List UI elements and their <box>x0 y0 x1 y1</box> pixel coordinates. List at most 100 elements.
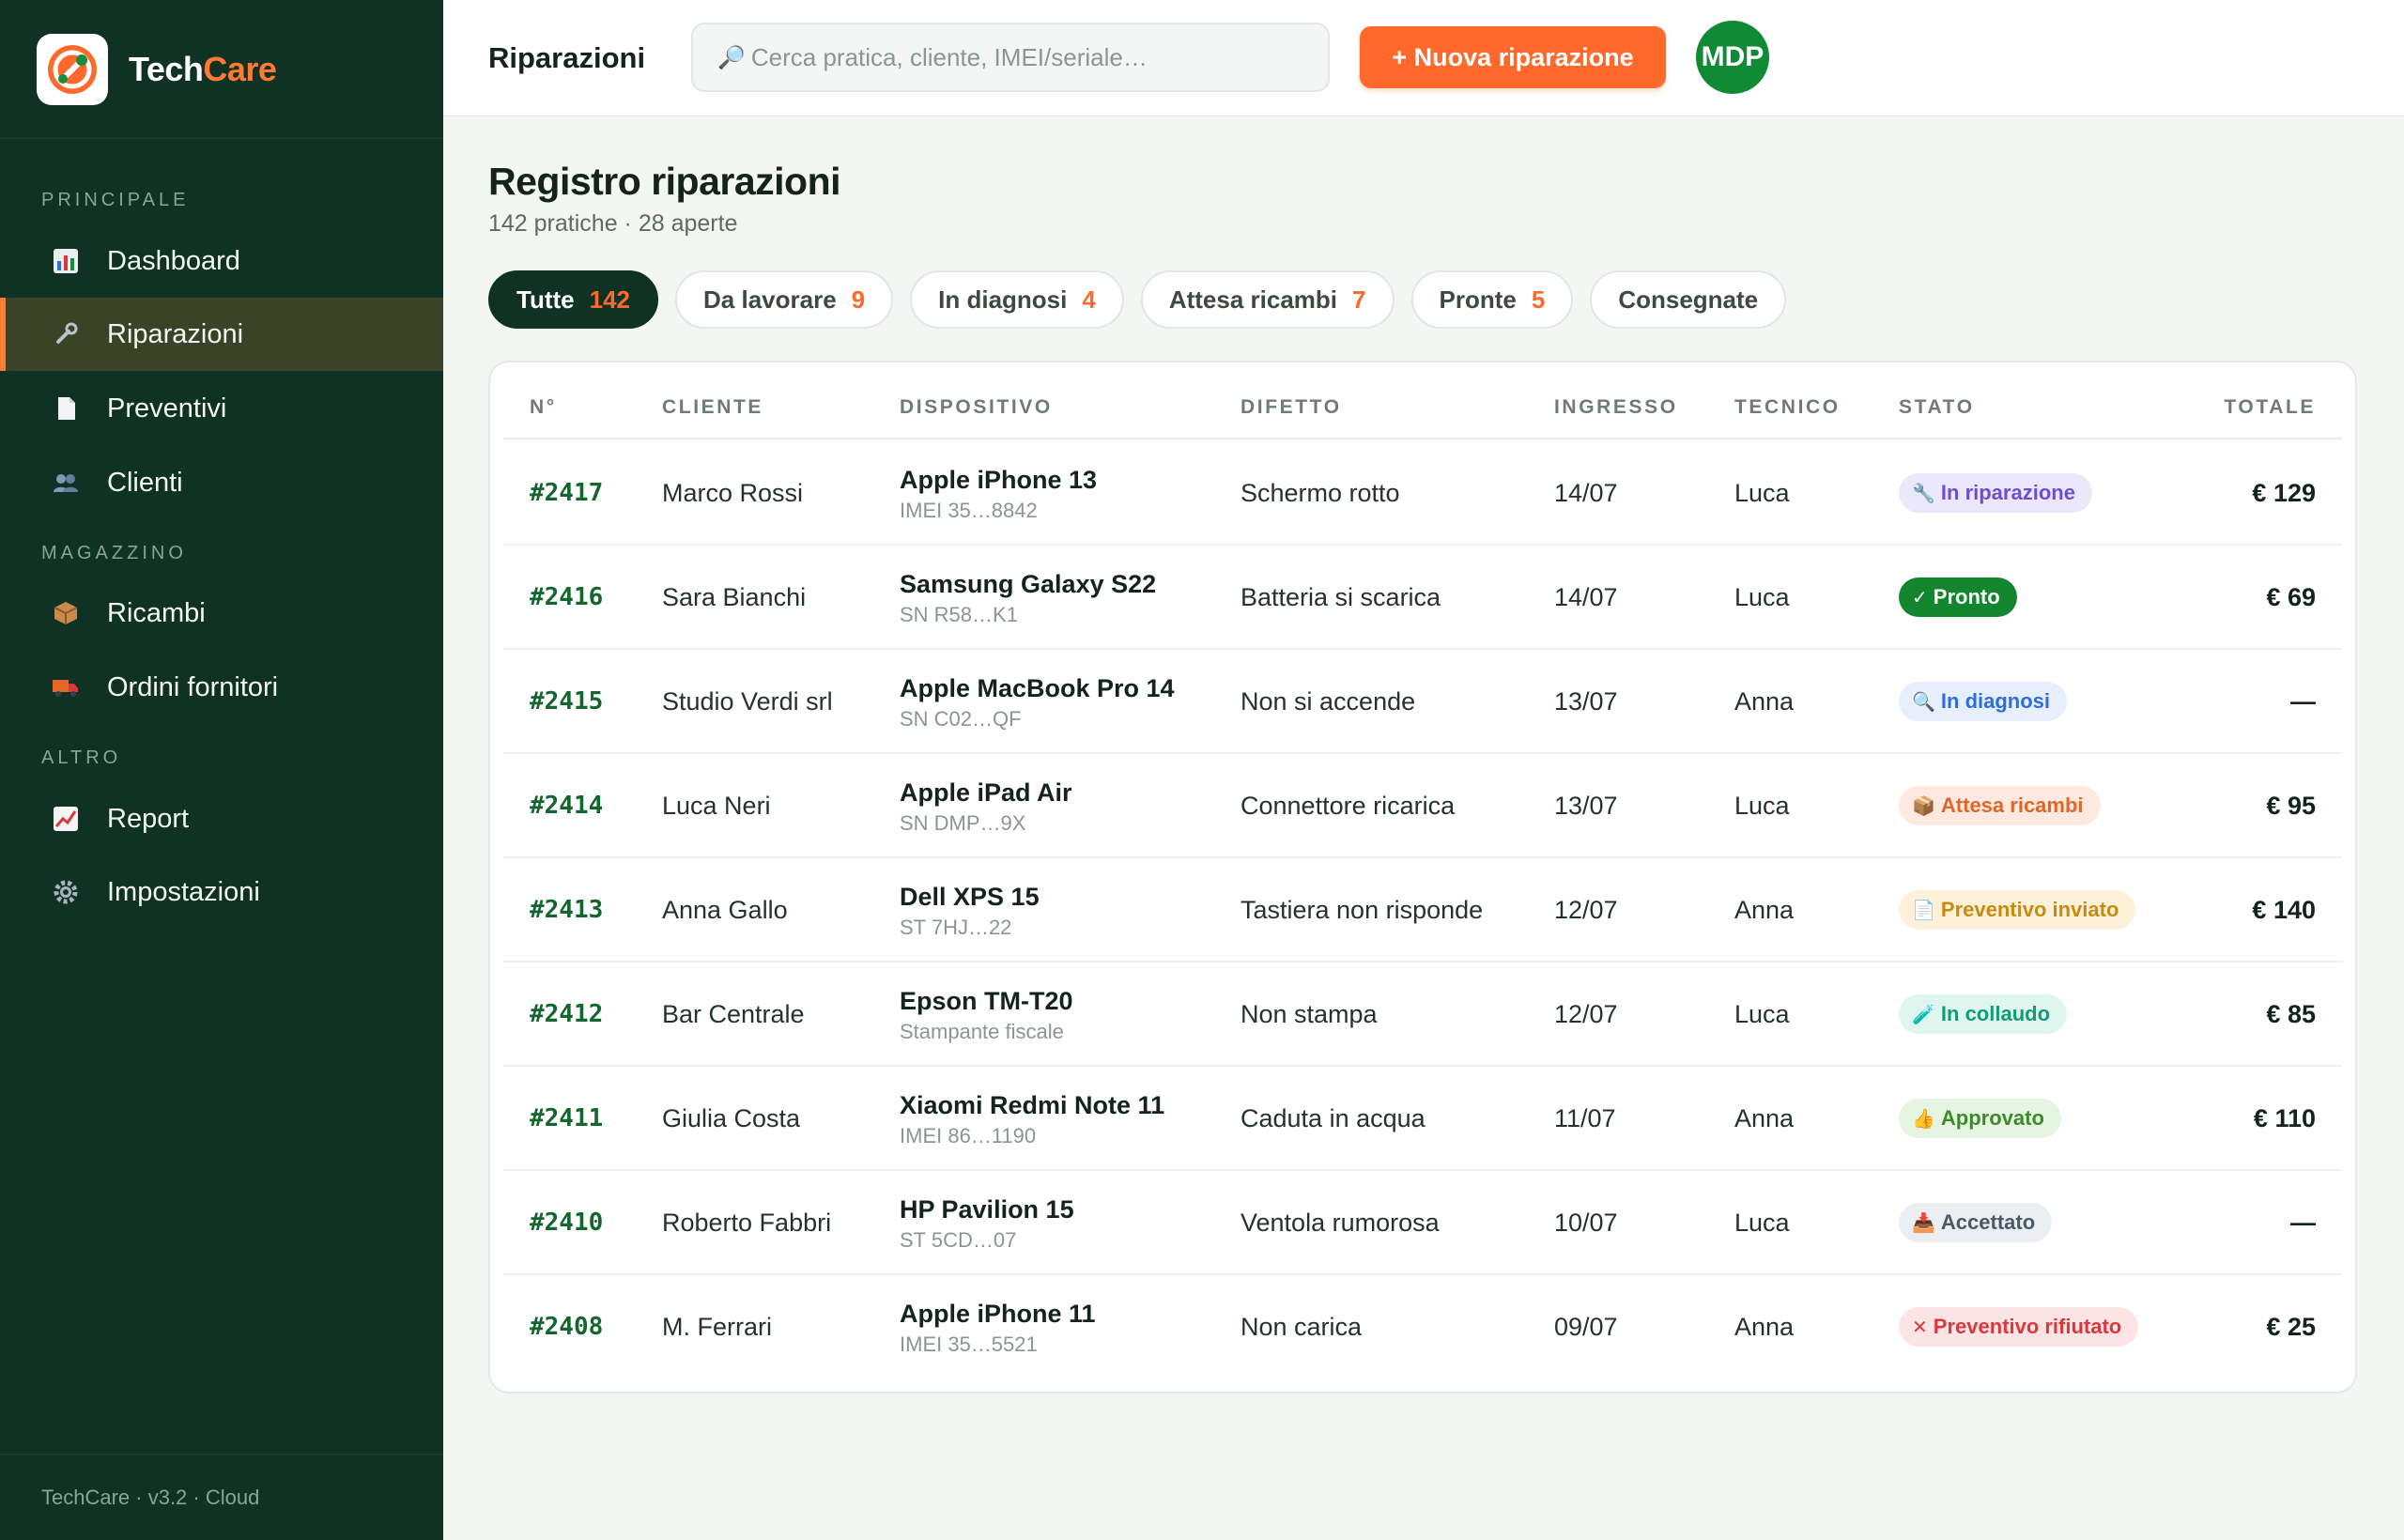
filter-pronte[interactable]: Pronte 5 <box>1410 270 1574 329</box>
repair-number[interactable]: #2411 <box>530 1104 603 1132</box>
repair-number[interactable]: #2412 <box>530 1000 603 1028</box>
column-header-num[interactable]: N° <box>530 396 557 419</box>
device-name: Xiaomi Redmi Note 11 <box>900 1091 1165 1119</box>
repair-number[interactable]: #2413 <box>530 896 603 924</box>
status-badge[interactable]: 📄 Preventivo inviato <box>1899 890 2136 930</box>
intake-date: 09/07 <box>1554 1313 1618 1341</box>
client-name: M. Ferrari <box>662 1313 772 1341</box>
device-name: Samsung Galaxy S22 <box>900 570 1157 598</box>
status-icon: 📄 <box>1912 900 1935 921</box>
sidebar-item-ordini-fornitori[interactable]: Ordini fornitori <box>0 651 443 724</box>
status-icon: 🔍 <box>1912 691 1935 713</box>
sidebar-item-report[interactable]: Report <box>0 782 443 855</box>
sidebar-item-label: Dashboard <box>107 245 240 276</box>
total-amount: € 25 <box>2266 1313 2316 1341</box>
wrench-icon <box>51 319 81 349</box>
technician: Anna <box>1734 896 1795 924</box>
column-header-totale[interactable]: TOTALE <box>2224 396 2316 419</box>
status-label: In collaudo <box>1940 1002 2051 1025</box>
table-row[interactable]: #2415 Studio Verdi srl Apple MacBook Pro 1… <box>503 650 2342 754</box>
client-name: Roberto Fabbri <box>662 1209 832 1237</box>
status-badge[interactable]: 📦 Attesa ricambi <box>1899 786 2101 825</box>
filter-da-lavorare[interactable]: Da lavorare 9 <box>675 270 894 329</box>
user-avatar[interactable]: MDP <box>1696 21 1769 94</box>
sidebar-item-label: Riparazioni <box>107 318 244 349</box>
topbar-title: Riparazioni <box>488 41 646 74</box>
table-row[interactable]: #2416 Sara Bianchi Samsung Galaxy S22 SN R5… <box>503 546 2342 650</box>
filter-attesa-ricambi[interactable]: Attesa ricambi 7 <box>1140 270 1395 329</box>
table-row[interactable]: #2414 Luca Neri Apple iPad Air SN DMP…9X Con… <box>503 754 2342 858</box>
status-badge[interactable]: 🧪 In collaudo <box>1899 994 2068 1034</box>
intake-date: 10/07 <box>1554 1209 1618 1237</box>
table-row[interactable]: #2412 Bar Centrale Epson TM-T20 Stampante f… <box>503 962 2342 1067</box>
status-filters: Tutte 142 Da lavorare 9 In diagnosi 4 At… <box>488 270 1787 329</box>
device-name: Apple iPhone 13 <box>900 466 1098 494</box>
device-serial: IMEI 86…1190 <box>900 1124 1037 1147</box>
filter-count: 5 <box>1531 285 1546 314</box>
column-header-ingresso[interactable]: INGRESSO <box>1554 396 1678 419</box>
device-cell: Apple MacBook Pro 14 SN C02…QF <box>900 674 1175 732</box>
device-cell: Apple iPhone 11 IMEI 35…5521 <box>900 1300 1096 1357</box>
repair-number[interactable]: #2415 <box>530 687 603 716</box>
defect: Ventola rumorosa <box>1241 1209 1440 1237</box>
repair-number[interactable]: #2414 <box>530 792 603 820</box>
column-header-tecnico[interactable]: TECNICO <box>1734 396 1841 419</box>
column-header-dispositivo[interactable]: DISPOSITIVO <box>900 396 1053 419</box>
table-row[interactable]: #2411 Giulia Costa Xiaomi Redmi Note 11 IME… <box>503 1067 2342 1171</box>
device-cell: Samsung Galaxy S22 SN R58…K1 <box>900 570 1156 627</box>
sidebar-item-ricambi[interactable]: Ricambi <box>0 577 443 650</box>
repair-number[interactable]: #2410 <box>530 1209 603 1237</box>
brand-name: TechCare <box>129 49 277 89</box>
sidebar-footer: TechCare · v3.2 · Cloud <box>0 1454 443 1540</box>
repair-number[interactable]: #2417 <box>530 479 603 507</box>
status-badge[interactable]: 📥 Accettato <box>1899 1203 2053 1242</box>
brand-name-part2: Care <box>203 49 277 88</box>
status-badge[interactable]: 🔍 In diagnosi <box>1899 682 2068 721</box>
sidebar-item-dashboard[interactable]: Dashboard <box>0 224 443 298</box>
client-name: Studio Verdi srl <box>662 687 833 716</box>
status-label: Preventivo inviato <box>1940 898 2119 921</box>
trend-icon <box>51 804 81 834</box>
total-amount: — <box>2290 1209 2316 1237</box>
sidebar-item-clienti[interactable]: Clienti <box>0 446 443 519</box>
filter-in-diagnosi[interactable]: In diagnosi 4 <box>910 270 1124 329</box>
repair-number[interactable]: #2408 <box>530 1313 603 1341</box>
sidebar-item-preventivi[interactable]: Preventivi <box>0 372 443 445</box>
search-input[interactable] <box>750 42 1328 72</box>
table-row[interactable]: #2410 Roberto Fabbri HP Pavilion 15 ST 5CD…… <box>503 1171 2342 1275</box>
column-header-difetto[interactable]: DIFETTO <box>1241 396 1342 419</box>
search-box[interactable]: 🔎 <box>691 23 1330 92</box>
status-label: Preventivo rifiutato <box>1933 1315 2122 1338</box>
sidebar-item-riparazioni[interactable]: Riparazioni <box>0 298 443 371</box>
filter-consegnate[interactable]: Consegnate <box>1590 270 1787 329</box>
sidebar-item-impostazioni[interactable]: Impostazioni <box>0 855 443 929</box>
filter-label: Pronte <box>1439 285 1517 314</box>
status-badge[interactable]: ✓ Pronto <box>1899 578 2017 617</box>
status-label: In riparazione <box>1940 481 2075 504</box>
brand-name-part1: Tech <box>129 49 204 88</box>
brand[interactable]: TechCare <box>0 0 443 139</box>
intake-date: 12/07 <box>1554 896 1618 924</box>
client-name: Marco Rossi <box>662 479 804 507</box>
client-name: Anna Gallo <box>662 896 788 924</box>
table-row[interactable]: #2413 Anna Gallo Dell XPS 15 ST 7HJ…22 Tasti… <box>503 858 2342 962</box>
filter-tutte[interactable]: Tutte 142 <box>488 270 659 329</box>
filter-count: 142 <box>589 285 631 314</box>
total-amount: € 95 <box>2266 792 2316 820</box>
device-serial: IMEI 35…5521 <box>900 1332 1038 1356</box>
device-name: Apple iPhone 11 <box>900 1300 1096 1328</box>
table-row[interactable]: #2408 M. Ferrari Apple iPhone 11 IMEI 35…55… <box>503 1275 2342 1379</box>
filter-label: Attesa ricambi <box>1168 285 1338 314</box>
table-row[interactable]: #2417 Marco Rossi Apple iPhone 13 IMEI 35…8… <box>503 441 2342 546</box>
defect: Tastiera non risponde <box>1241 896 1484 924</box>
status-badge[interactable]: 🔧 In riparazione <box>1899 473 2092 513</box>
new-repair-button[interactable]: + Nuova riparazione <box>1360 26 1666 88</box>
sidebar-item-label: Ordini fornitori <box>107 671 279 702</box>
client-name: Sara Bianchi <box>662 583 807 611</box>
repair-number[interactable]: #2416 <box>530 583 603 611</box>
column-header-cliente[interactable]: CLIENTE <box>662 396 763 419</box>
column-header-stato[interactable]: STATO <box>1899 396 1975 419</box>
status-badge[interactable]: ✕ Preventivo rifiutato <box>1899 1307 2139 1347</box>
chart-icon <box>51 246 81 276</box>
status-badge[interactable]: 👍 Approvato <box>1899 1099 2061 1138</box>
